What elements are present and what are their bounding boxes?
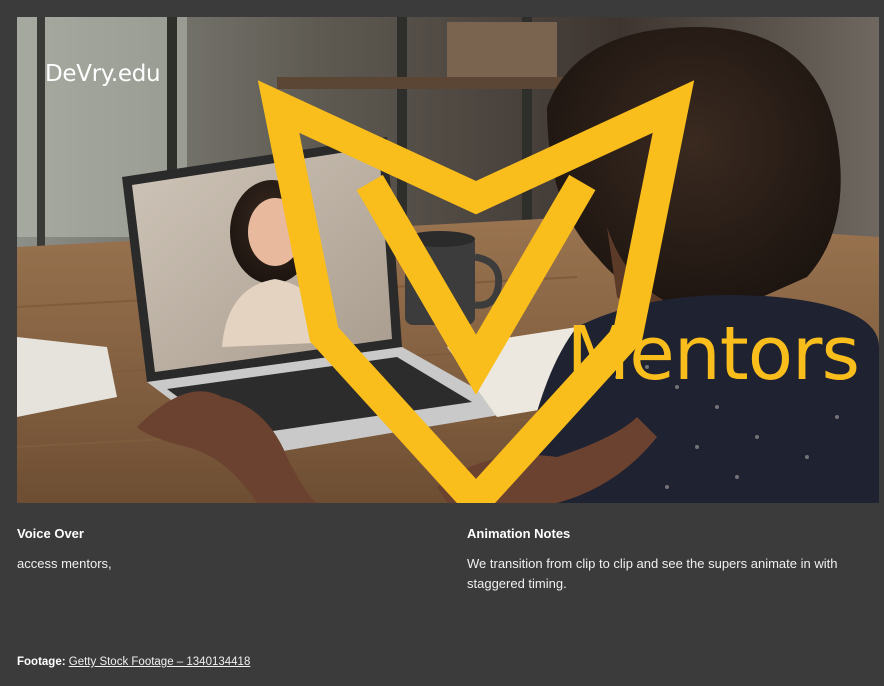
hero-image: DeVry.edu Mentors [17,17,879,503]
super-title: Mentors [566,311,860,397]
voice-over-body: access mentors, [17,556,112,571]
animation-notes-section: Animation Notes We transition from clip … [467,526,867,594]
footage-link[interactable]: Getty Stock Footage – 1340134418 [69,656,251,668]
voice-over-title: Voice Over [17,526,84,541]
animation-notes-title: Animation Notes [467,526,571,541]
devry-logo: DeVry.edu [45,61,695,503]
footage-label: Footage: [17,656,66,668]
footage-credit: Footage: Getty Stock Footage – 134013441… [17,656,250,668]
devry-shield-logo-icon [257,80,695,503]
animation-notes-body: We transition from clip to clip and see … [467,556,838,591]
voice-over-section: Voice Over access mentors, [17,526,437,574]
storyboard-frame: DeVry.edu Mentors Voice Over access ment… [0,0,884,686]
